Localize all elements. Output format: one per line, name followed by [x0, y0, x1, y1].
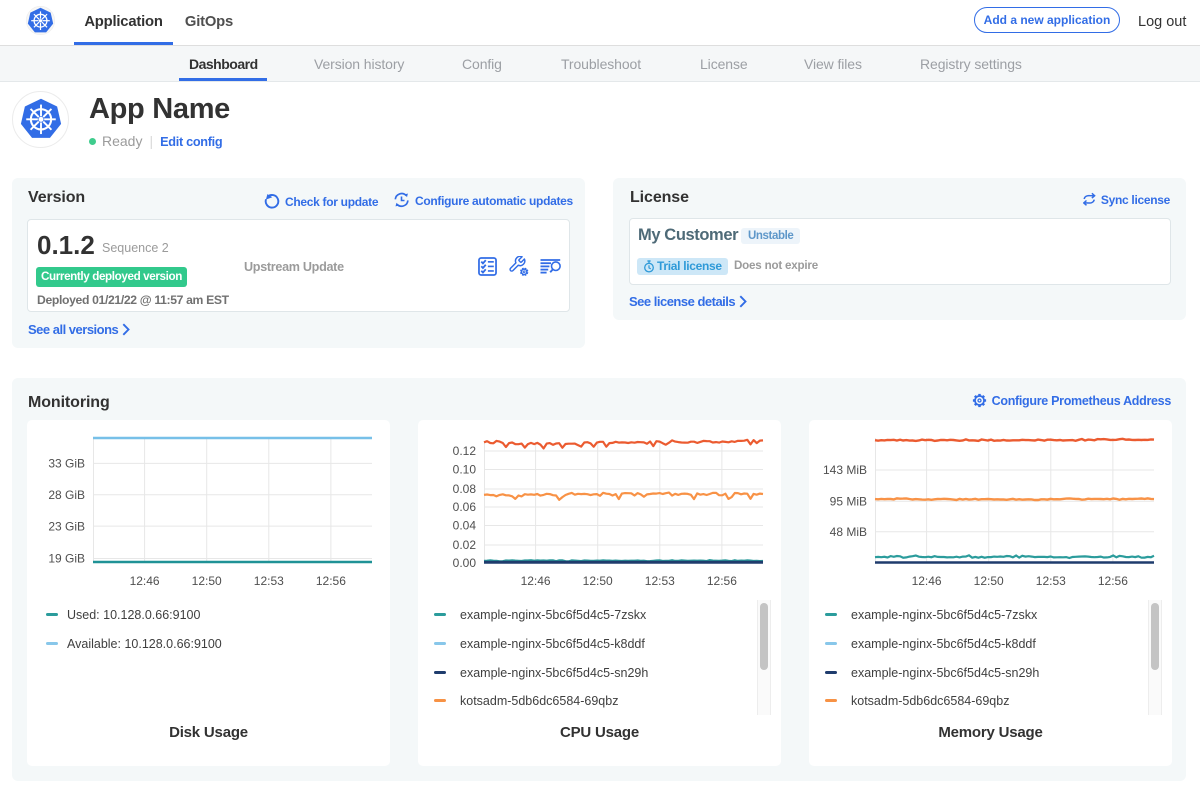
svg-text:12:56: 12:56 [707, 574, 737, 588]
svg-text:12:53: 12:53 [254, 574, 284, 588]
svg-text:12:56: 12:56 [1098, 574, 1128, 588]
svg-text:12:53: 12:53 [645, 574, 675, 588]
svg-text:0.02: 0.02 [453, 538, 477, 552]
svg-text:12:46: 12:46 [130, 574, 160, 588]
svg-text:12:50: 12:50 [583, 574, 613, 588]
svg-text:12:53: 12:53 [1036, 574, 1066, 588]
svg-text:12:50: 12:50 [974, 574, 1004, 588]
svg-text:28 GiB: 28 GiB [48, 488, 85, 502]
svg-text:48 MiB: 48 MiB [830, 525, 867, 539]
svg-text:143 MiB: 143 MiB [823, 463, 867, 477]
svg-text:23 GiB: 23 GiB [48, 519, 85, 533]
svg-text:12:50: 12:50 [192, 574, 222, 588]
svg-text:0.08: 0.08 [453, 482, 477, 496]
svg-text:12:46: 12:46 [521, 574, 551, 588]
svg-text:0.10: 0.10 [453, 463, 477, 477]
svg-text:95 MiB: 95 MiB [830, 494, 867, 508]
svg-text:12:46: 12:46 [912, 574, 942, 588]
svg-text:0.00: 0.00 [453, 556, 477, 570]
svg-text:12:56: 12:56 [316, 574, 346, 588]
svg-text:0.04: 0.04 [453, 519, 477, 533]
svg-text:0.06: 0.06 [453, 500, 477, 514]
svg-text:0.12: 0.12 [453, 444, 477, 458]
svg-text:33 GiB: 33 GiB [48, 457, 85, 471]
svg-text:19 GiB: 19 GiB [48, 552, 85, 566]
